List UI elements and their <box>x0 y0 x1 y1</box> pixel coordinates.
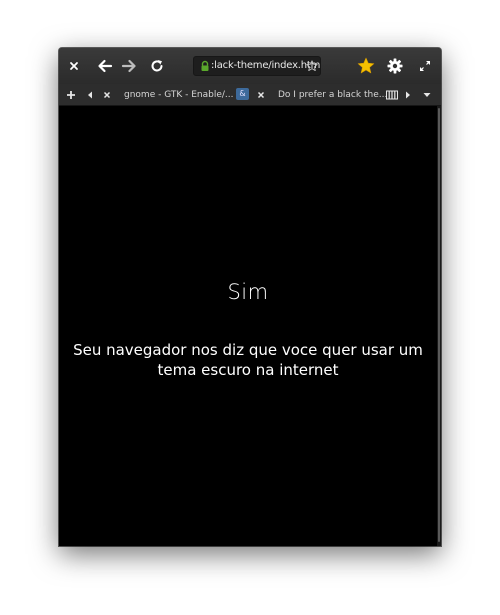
address-bar[interactable]: :lack-theme/index.html <box>193 56 321 76</box>
chevron-right-icon <box>406 91 410 98</box>
header-bar: :lack-theme/index.html <box>59 48 441 85</box>
page-heading: Sim <box>227 280 269 304</box>
page-content: Sim Seu navegador nos diz que voce quer … <box>59 106 437 546</box>
close-icon <box>257 91 265 98</box>
expand-icon <box>420 61 430 71</box>
tab-list-icon <box>386 90 398 99</box>
chevron-down-icon <box>423 92 431 97</box>
tab-favicon: & <box>236 88 249 100</box>
settings-button[interactable] <box>385 56 405 76</box>
forward-button[interactable] <box>119 56 139 76</box>
reload-button[interactable] <box>147 56 167 76</box>
gear-icon <box>387 58 403 74</box>
tab-title[interactable]: gnome - GTK - Enable/... <box>124 84 234 105</box>
tab-close-button[interactable] <box>257 84 265 105</box>
close-icon <box>70 62 78 70</box>
back-button[interactable] <box>95 56 115 76</box>
scrollbar-thumb[interactable] <box>438 108 440 542</box>
tab-title[interactable]: Do I prefer a black the... <box>278 84 387 105</box>
tab-close-button[interactable] <box>103 84 111 105</box>
chevron-left-icon <box>88 91 92 98</box>
bookmark-page-button[interactable] <box>306 58 318 75</box>
star-icon <box>357 57 375 74</box>
bookmarks-button[interactable] <box>356 56 376 76</box>
tab-bar: gnome - GTK - Enable/... & Do I prefer a… <box>59 84 441 106</box>
tab-scroll-right-button[interactable] <box>405 84 411 105</box>
arrow-left-icon <box>98 59 113 73</box>
lock-icon <box>201 60 209 71</box>
page-message: Seu navegador nos diz que voce quer usar… <box>73 341 423 379</box>
new-tab-button[interactable] <box>66 84 76 105</box>
arrow-right-icon <box>121 59 136 73</box>
tab-scroll-left-button[interactable] <box>87 84 93 105</box>
tab-menu-button[interactable] <box>423 84 431 105</box>
url-text: :lack-theme/index.html <box>211 60 321 71</box>
expand-button[interactable] <box>415 56 435 76</box>
plus-icon <box>67 90 75 99</box>
star-outline-icon <box>306 60 318 71</box>
close-button[interactable] <box>64 56 84 76</box>
browser-window: :lack-theme/index.html gnome - GTK - Ena… <box>59 48 441 546</box>
close-icon <box>103 91 111 98</box>
tab-list-button[interactable] <box>386 84 398 105</box>
reload-icon <box>151 60 163 72</box>
